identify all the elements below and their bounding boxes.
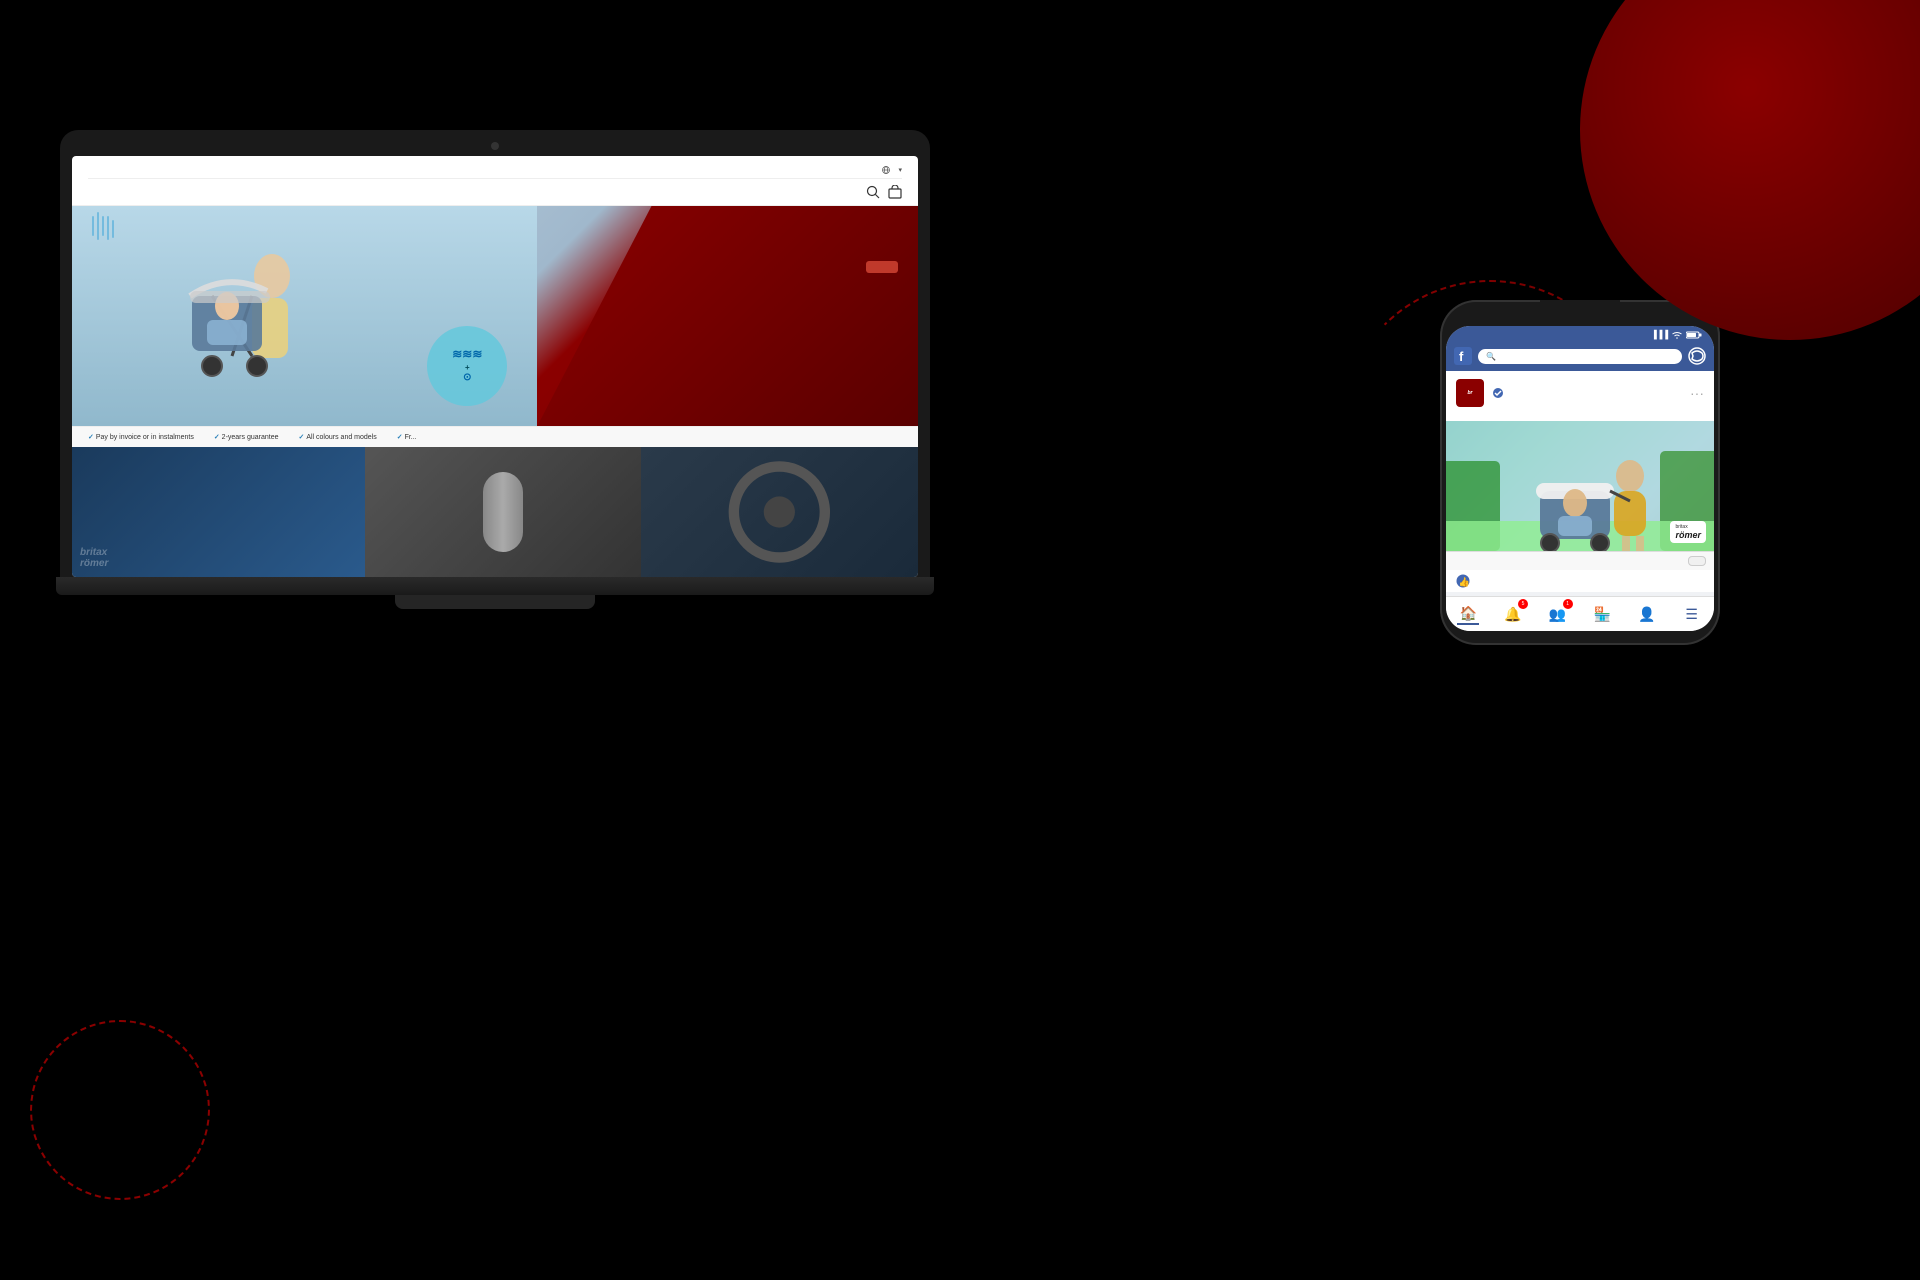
wifi-icon xyxy=(1672,331,1682,339)
fb-like-icon: 👍 xyxy=(1456,574,1470,588)
laptop-base xyxy=(56,577,934,595)
hero-dark-bg xyxy=(537,206,918,426)
website-main-nav-row xyxy=(72,179,918,206)
nav-language[interactable] xyxy=(882,166,890,174)
laptop-camera xyxy=(491,142,499,150)
hero-stroller-illustration xyxy=(112,216,372,416)
hero-air-badge: ≋≋≋ + ⊙ xyxy=(427,326,507,406)
decorative-circle-top-right xyxy=(1580,0,1920,340)
fb-nav-friends[interactable]: 👥 1 xyxy=(1547,603,1569,625)
battery-icon xyxy=(1686,331,1702,339)
fb-bottom-nav: 🏠 🔔 5 👥 1 🏪 👤 ☰ xyxy=(1446,596,1714,631)
product-img-handle xyxy=(365,447,642,577)
feature-free: Fr... xyxy=(397,433,417,441)
phone-mockup: ▐▐▐ f 🔍 br xyxy=(1440,300,1720,645)
fb-logo-small: f xyxy=(1454,347,1472,365)
signal-icon: ▐▐▐ xyxy=(1651,330,1668,339)
cart-icon[interactable] xyxy=(888,185,902,199)
fb-nav-notifications[interactable]: 🔔 5 xyxy=(1502,603,1524,625)
fb-page-avatar: br xyxy=(1456,379,1484,407)
phone-notch xyxy=(1540,300,1620,322)
fb-post-image: britax römer xyxy=(1446,421,1714,551)
fb-verified-icon xyxy=(1493,388,1503,398)
fb-search-bar: f 🔍 xyxy=(1446,343,1714,371)
laptop-shell: ▾ xyxy=(60,130,930,577)
website-global-header: ▾ xyxy=(72,156,918,179)
product-img-fabric: britaxrömer xyxy=(72,447,365,577)
hero-buy-button[interactable] xyxy=(866,261,898,273)
globe-icon xyxy=(882,166,890,174)
fb-source-footer xyxy=(1446,551,1714,570)
notification-badge: 5 xyxy=(1518,599,1528,609)
features-bar: Pay by invoice or in instalments 2-years… xyxy=(72,426,918,447)
fb-post: br ··· xyxy=(1446,371,1714,592)
fb-search-input[interactable]: 🔍 xyxy=(1478,349,1682,364)
wind-lines-decoration xyxy=(92,216,114,240)
fb-brand-in-image: britax römer xyxy=(1670,521,1706,543)
laptop-screen: ▾ xyxy=(72,156,918,577)
friend-request-badge: 1 xyxy=(1563,599,1573,609)
phone-shell: ▐▐▐ f 🔍 br xyxy=(1440,300,1720,645)
fb-reactions-bar: 👍 xyxy=(1446,570,1714,592)
handle-detail xyxy=(483,472,523,552)
laptop-mockup: ▾ xyxy=(60,130,930,609)
hero-content-block xyxy=(866,226,898,273)
phone-screen: ▐▐▐ f 🔍 br xyxy=(1446,326,1714,631)
decorative-circle-bottom-left xyxy=(30,1020,210,1200)
fb-nav-menu[interactable]: ☰ xyxy=(1681,603,1703,625)
fb-post-info xyxy=(1490,388,1503,398)
fb-more-options-icon[interactable]: ··· xyxy=(1690,385,1704,401)
feature-guarantee: 2-years guarantee xyxy=(214,433,279,441)
hero-headline xyxy=(866,226,898,250)
search-icon[interactable] xyxy=(866,185,880,199)
product-img-wheel xyxy=(641,447,918,577)
fb-messenger-icon[interactable] xyxy=(1688,347,1706,365)
feature-colors: All colours and models xyxy=(299,433,377,441)
fb-buy-button[interactable] xyxy=(1688,556,1706,566)
fb-post-text xyxy=(1446,411,1714,421)
svg-text:f: f xyxy=(1459,349,1464,364)
website-header-icons xyxy=(866,185,902,199)
feature-invoice: Pay by invoice or in instalments xyxy=(88,433,194,441)
laptop-stand xyxy=(395,595,595,609)
product-image-grid: britaxrömer xyxy=(72,447,918,577)
language-chevron-icon: ▾ xyxy=(898,166,902,174)
svg-text:👍: 👍 xyxy=(1459,576,1470,587)
fb-nav-marketplace[interactable]: 🏪 xyxy=(1591,603,1613,625)
fb-nav-profile[interactable]: 👤 xyxy=(1636,603,1658,625)
status-icons: ▐▐▐ xyxy=(1651,330,1702,339)
fb-nav-home[interactable]: 🏠 xyxy=(1457,603,1479,625)
hero-banner: ≋≋≋ + ⊙ xyxy=(72,206,918,426)
phone-status-bar: ▐▐▐ xyxy=(1446,326,1714,343)
fb-post-header: br ··· xyxy=(1446,371,1714,411)
wheel-illustration xyxy=(641,447,918,577)
